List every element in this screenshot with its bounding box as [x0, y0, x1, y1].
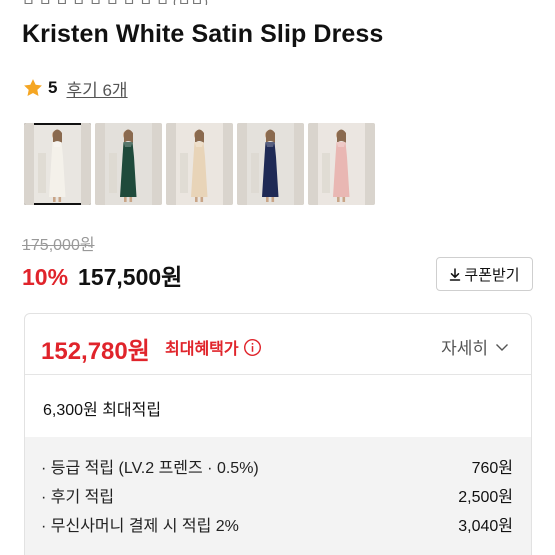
detail-label: 자세히: [441, 339, 488, 358]
thumbnail-white[interactable]: [24, 123, 91, 205]
sale-price-row: 10% 157,500원: [22, 258, 182, 292]
product-title: Kristen White Satin Slip Dress: [22, 20, 384, 48]
points-row: · 등급 적립 (LV.2 프렌즈 · 0.5%) 760원: [41, 454, 513, 477]
thumbnail-pink[interactable]: [308, 123, 375, 205]
star-icon: [24, 79, 42, 96]
points-row: · 후기 적립 2,500원: [41, 483, 513, 506]
thumbnail-green[interactable]: [95, 123, 162, 205]
rating-row: 5 후기 6개: [22, 76, 128, 100]
points-row-label: · 등급 적립 (LV.2 프렌즈 · 0.5%): [41, 460, 259, 477]
discount-rate: 10%: [22, 264, 69, 290]
original-price: 175,000원: [22, 237, 95, 254]
points-row-amount: 3,040원: [458, 518, 513, 535]
points-row: · 무신사머니 결제 시 적립 2% 3,040원: [41, 512, 513, 535]
points-total: 6,300원 최대적립: [43, 402, 162, 419]
points-row-label: · 후기 적립: [41, 489, 115, 506]
coupon-download-button[interactable]: 쿠폰받기: [436, 257, 533, 291]
info-icon[interactable]: [243, 338, 262, 357]
thumbnail-navy[interactable]: [237, 123, 304, 205]
divider: [25, 374, 531, 375]
points-breakdown: · 등급 적립 (LV.2 프렌즈 · 0.5%) 760원 · 후기 적립 2…: [25, 437, 531, 555]
thumbnail-champagne[interactable]: [166, 123, 233, 205]
dress-image: [308, 123, 375, 205]
points-row-amount: 760원: [471, 460, 513, 477]
dress-image: [166, 123, 233, 205]
dress-image: [237, 123, 304, 205]
best-price: 152,780원: [41, 338, 150, 365]
points-row-label: · 무신사머니 결제 시 적립 2%: [41, 518, 239, 535]
points-row-amount: 2,500원: [458, 489, 513, 506]
review-count-link[interactable]: 후기 6개: [66, 76, 127, 101]
dress-image: [24, 123, 91, 205]
dress-image: [95, 123, 162, 205]
best-price-label-text: 최대혜택가: [165, 341, 239, 358]
detail-toggle-button[interactable]: 자세히: [441, 334, 509, 359]
scrolled-off-breadcrumb: ㅁ ㅁ ㅁ ㅁ ㅁ ㅁ ㅁ ㅁ ㅁ (ㅁㅁ): [22, 0, 322, 5]
benefit-card-header: 152,780원 최대혜택가 자세히: [25, 314, 531, 374]
chevron-down-icon: [496, 343, 508, 351]
color-thumbnails: [24, 123, 375, 205]
benefit-card: 152,780원 최대혜택가 자세히 6,300원 최대적립 · 등급 적립 (…: [24, 313, 532, 555]
sale-price: 157,500원: [78, 264, 183, 290]
download-icon: [450, 267, 461, 281]
coupon-label: 쿠폰받기: [464, 266, 520, 284]
best-price-label: 최대혜택가: [165, 335, 262, 359]
rating-score: 5: [48, 78, 58, 97]
